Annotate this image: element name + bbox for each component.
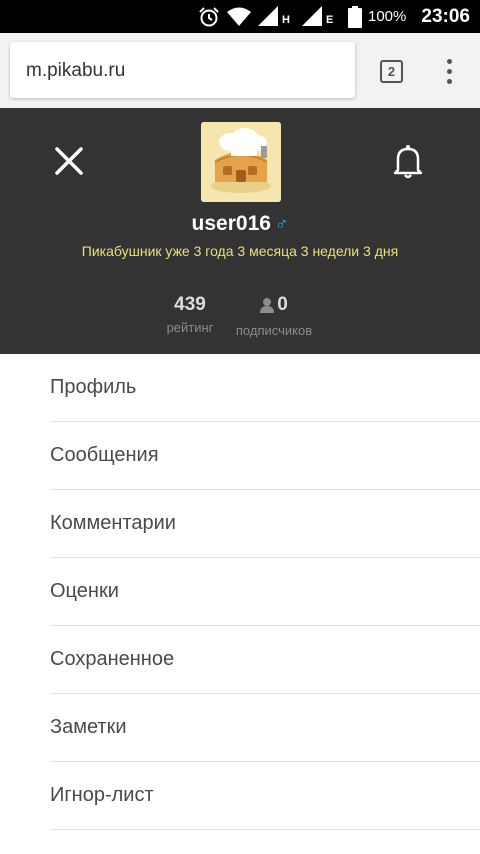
close-icon[interactable] [52,144,86,178]
subscribers-label: подписчиков [235,323,313,338]
user-icon [260,298,275,313]
battery-percent: 100% [368,8,407,25]
tabs-button[interactable]: 2 [380,60,403,83]
menu-item-label: Заметки [50,716,127,738]
bell-icon[interactable] [390,142,426,180]
dot-icon [447,79,452,84]
menu-item-ignore-list[interactable]: Игнор-лист [50,762,480,830]
subscribers-value: 0 [277,294,288,315]
url-text: m.pikabu.ru [26,60,126,81]
menu-item-label: Профиль [50,376,137,398]
rating-value: 439 [174,294,206,315]
network-type-label: E [326,14,334,26]
rating-label: рейтинг [166,320,214,335]
menu-item-profile[interactable]: Профиль [50,354,480,422]
username-row: user016 ♂ [0,212,480,236]
menu-item-label: Сообщения [50,444,159,466]
overflow-menu-button[interactable] [440,57,460,87]
menu-item-messages[interactable]: Сообщения [50,422,480,490]
network-type-label: H [282,14,290,26]
membership-duration: Пикабушник уже 3 года 3 месяца 3 недели … [81,243,399,259]
menu-item-comments[interactable]: Комментарии [50,490,480,558]
url-bar[interactable]: m.pikabu.ru [10,42,355,98]
profile-header: user016 ♂ Пикабушник уже 3 года 3 месяца … [0,108,480,354]
wifi-icon [227,7,251,26]
dot-icon [447,59,452,64]
avatar[interactable] [201,122,281,202]
signal-icon [258,6,278,26]
menu-item-notes[interactable]: Заметки [50,694,480,762]
status-bar: H E 100% 23:06 [0,0,480,33]
profile-menu: Профиль Сообщения Комментарии Оценки Сох… [0,354,480,830]
menu-item-saved[interactable]: Сохраненное [50,626,480,694]
dot-icon [447,69,452,74]
battery-icon [348,6,362,28]
male-gender-icon: ♂ [274,214,289,234]
alarm-icon [199,7,219,27]
rating-stat: 439 рейтинг [150,294,230,335]
menu-item-label: Сохраненное [50,648,175,670]
menu-item-label: Игнор-лист [50,784,154,806]
menu-item-label: Комментарии [50,512,176,534]
signal-icon [302,6,322,26]
username[interactable]: user016 [192,212,271,235]
subscribers-stat[interactable]: 0 подписчиков [228,294,320,338]
menu-item-ratings[interactable]: Оценки [50,558,480,626]
clock: 23:06 [421,6,470,27]
chef-house-avatar-icon [201,122,281,202]
menu-item-label: Оценки [50,580,119,602]
browser-toolbar: m.pikabu.ru 2 [0,33,480,108]
